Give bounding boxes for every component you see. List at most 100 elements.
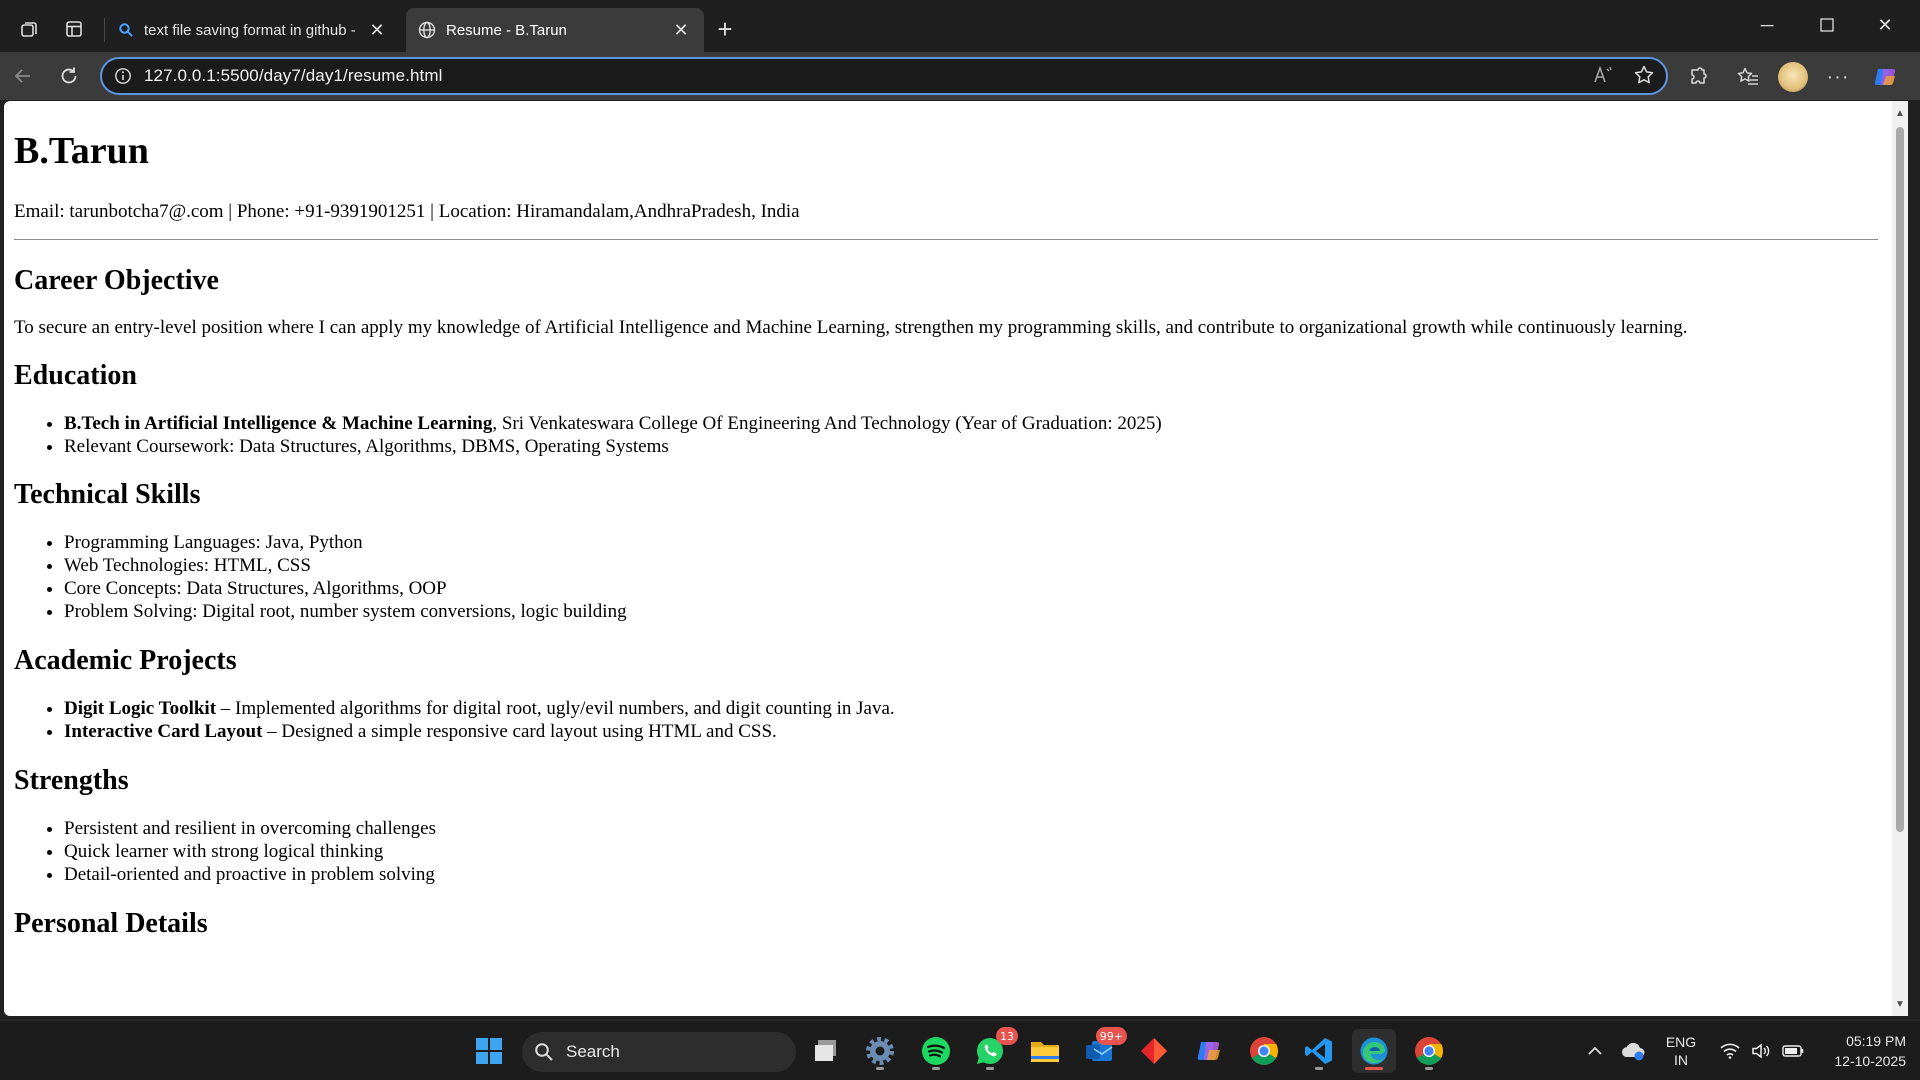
list-item: Core Concepts: Data Structures, Algorith… <box>64 577 1878 600</box>
refresh-button[interactable] <box>52 59 86 93</box>
taskbar-copilot[interactable] <box>1187 1029 1231 1073</box>
wifi-icon <box>1720 1043 1740 1059</box>
list-item: Web Technologies: HTML, CSS <box>64 554 1878 577</box>
list-item: Quick learner with strong logical thinki… <box>64 840 1878 863</box>
taskbar-edge[interactable] <box>1352 1029 1396 1073</box>
scroll-thumb[interactable] <box>1896 127 1904 832</box>
education-list: B.Tech in Artificial Intelligence & Mach… <box>14 412 1878 458</box>
star-icon <box>1634 65 1654 84</box>
tab-title: text file saving format in github - <box>144 21 356 39</box>
running-indicator <box>876 1067 884 1070</box>
read-aloud-button[interactable] <box>1588 59 1620 91</box>
close-window-button[interactable]: ✕ <box>1856 0 1914 50</box>
site-info-icon[interactable] <box>114 67 132 85</box>
clock-time: 05:19 PM <box>1846 1033 1906 1049</box>
tab-actions-icon <box>66 21 82 37</box>
chrome-icon <box>1415 1037 1443 1065</box>
vertical-tabs-button[interactable] <box>57 12 91 46</box>
project-description: – Designed a simple responsive card layo… <box>262 721 777 742</box>
favorites-button[interactable] <box>1731 60 1765 94</box>
list-item: Interactive Card Layout – Designed a sim… <box>64 720 1878 743</box>
maximize-icon <box>1820 18 1834 32</box>
career-objective-heading: Career Objective <box>14 265 219 296</box>
extensions-button[interactable] <box>1681 60 1715 94</box>
address-bar[interactable]: 127.0.0.1:5500/day7/day1/resume.html <box>100 57 1668 95</box>
task-view-icon <box>815 1040 836 1061</box>
onedrive-tray[interactable] <box>1618 1021 1648 1080</box>
spotify-icon <box>922 1037 950 1065</box>
active-indicator <box>1365 1067 1383 1070</box>
project-title: Digit Logic Toolkit <box>64 698 217 719</box>
puzzle-icon <box>1691 67 1707 84</box>
read-aloud-icon <box>1594 65 1612 83</box>
browser-toolbar: 127.0.0.1:5500/day7/day1/resume.html ··· <box>0 52 1920 100</box>
taskbar-search[interactable]: Search <box>522 1032 796 1072</box>
taskbar-spotify[interactable] <box>914 1029 958 1073</box>
tab-title: Resume - B.Tarun <box>446 21 567 39</box>
workspaces-icon <box>21 22 37 37</box>
strengths-list: Persistent and resilient in overcoming c… <box>14 817 1878 886</box>
new-tab-button[interactable]: + <box>708 12 742 46</box>
task-view-button[interactable] <box>804 1029 848 1073</box>
degree-title: B.Tech in Artificial Intelligence & Mach… <box>64 413 493 434</box>
minimize-button[interactable]: ─ <box>1738 0 1796 50</box>
notification-badge: 13 <box>996 1027 1018 1045</box>
tab-close-button[interactable]: ✕ <box>366 19 388 41</box>
tab-github-search[interactable]: text file saving format in github - ✕ <box>106 8 400 52</box>
degree-details: , Sri Venkateswara College Of Engineerin… <box>492 413 1162 434</box>
taskbar-whatsapp[interactable]: 13 <box>968 1027 1018 1073</box>
favorite-star-button[interactable] <box>1628 59 1660 91</box>
taskbar-settings[interactable] <box>858 1029 902 1073</box>
clock-date: 12-10-2025 <box>1834 1053 1906 1069</box>
workspaces-button[interactable] <box>12 12 46 46</box>
chevron-up-icon <box>1588 1046 1602 1055</box>
taskbar-app-red[interactable] <box>1132 1029 1176 1073</box>
cloud-sync-icon <box>1621 1042 1645 1061</box>
page-title: B.Tarun <box>14 130 149 172</box>
list-item: B.Tech in Artificial Intelligence & Mach… <box>64 412 1878 435</box>
running-indicator <box>1425 1067 1433 1070</box>
scroll-down-arrow-icon[interactable]: ▼ <box>1892 996 1908 1012</box>
quick-settings-button[interactable] <box>1714 1021 1810 1080</box>
profile-button[interactable] <box>1776 60 1810 94</box>
taskbar-outlook[interactable]: 99+ <box>1077 1027 1127 1073</box>
taskbar-file-explorer[interactable] <box>1023 1029 1067 1073</box>
plus-icon: + <box>717 13 733 44</box>
favorites-list-icon <box>1737 67 1758 85</box>
start-button[interactable] <box>467 1029 511 1073</box>
minimize-icon: ─ <box>1760 14 1774 35</box>
taskbar-vscode[interactable] <box>1297 1029 1341 1073</box>
show-hidden-icons-button[interactable] <box>1580 1021 1610 1080</box>
scroll-up-arrow-icon[interactable]: ▲ <box>1892 105 1908 121</box>
edge-icon <box>1360 1037 1388 1065</box>
notification-badge: 99+ <box>1095 1027 1127 1045</box>
copilot-button[interactable] <box>1868 60 1902 94</box>
clock[interactable]: 05:19 PM 12-10-2025 <box>1812 1021 1906 1080</box>
avatar <box>1778 62 1808 92</box>
page-scrollbar[interactable]: ▲ ▼ <box>1892 101 1908 1016</box>
strengths-heading: Strengths <box>14 765 129 796</box>
running-indicator <box>1315 1067 1323 1070</box>
taskbar-chrome-2[interactable] <box>1407 1029 1451 1073</box>
back-button[interactable] <box>6 59 40 93</box>
education-heading: Education <box>14 360 137 391</box>
input-language-indicator[interactable]: ENG IN <box>1660 1021 1702 1080</box>
tab-close-button[interactable]: ✕ <box>670 19 692 41</box>
project-description: – Implemented algorithms for digital roo… <box>216 698 895 719</box>
diamond-app-icon <box>1141 1038 1167 1064</box>
maximize-button[interactable] <box>1798 0 1856 50</box>
folder-icon <box>1031 1042 1059 1062</box>
language-top: ENG <box>1665 1034 1697 1050</box>
skills-list: Programming Languages: Java, Python Web … <box>14 531 1878 623</box>
back-arrow-icon <box>14 69 30 83</box>
globe-icon <box>418 21 436 39</box>
battery-icon <box>1782 1045 1804 1057</box>
more-dots-icon: ··· <box>1826 65 1850 88</box>
contact-line: Email: tarunbotcha7@.com | Phone: +91-93… <box>14 201 800 222</box>
url-text[interactable]: 127.0.0.1:5500/day7/day1/resume.html <box>144 66 442 86</box>
running-indicator <box>986 1067 994 1070</box>
taskbar-chrome[interactable] <box>1242 1029 1286 1073</box>
settings-more-button[interactable]: ··· <box>1821 60 1855 94</box>
gear-icon <box>866 1037 894 1065</box>
tab-resume[interactable]: Resume - B.Tarun ✕ <box>406 8 704 52</box>
